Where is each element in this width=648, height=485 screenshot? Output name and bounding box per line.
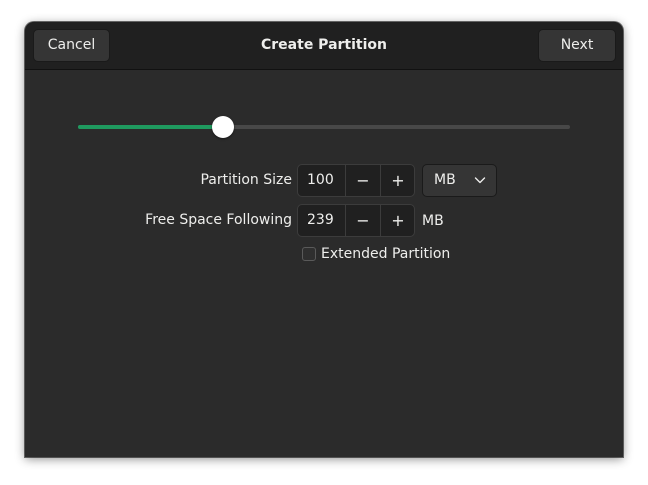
slider-fill [78, 125, 223, 129]
free-space-input[interactable]: 239 [298, 205, 345, 236]
extended-partition-checkbox[interactable] [302, 247, 316, 261]
chevron-down-icon [474, 177, 486, 184]
partition-size-spinbutton: 100 − + [297, 164, 415, 197]
create-partition-dialog: Cancel Create Partition Next Partition S… [25, 22, 623, 457]
free-space-spinbutton: 239 − + [297, 204, 415, 237]
free-space-decrement-button[interactable]: − [345, 205, 380, 236]
partition-size-label: Partition Size [200, 172, 292, 188]
unit-dropdown-value: MB [434, 172, 456, 188]
partition-size-input[interactable]: 100 [298, 165, 345, 196]
cancel-button[interactable]: Cancel [33, 29, 110, 62]
dialog-title: Create Partition [261, 37, 387, 53]
free-space-increment-button[interactable]: + [380, 205, 415, 236]
extended-partition-label[interactable]: Extended Partition [321, 244, 450, 264]
partition-size-slider[interactable] [78, 115, 570, 139]
free-space-unit-label: MB [422, 213, 444, 229]
partition-size-decrement-button[interactable]: − [345, 165, 380, 196]
unit-dropdown[interactable]: MB [422, 164, 497, 197]
next-button[interactable]: Next [538, 29, 616, 62]
partition-size-increment-button[interactable]: + [380, 165, 415, 196]
headerbar: Cancel Create Partition Next [25, 22, 623, 70]
slider-handle[interactable] [212, 116, 234, 138]
free-space-following-label: Free Space Following [145, 212, 292, 228]
